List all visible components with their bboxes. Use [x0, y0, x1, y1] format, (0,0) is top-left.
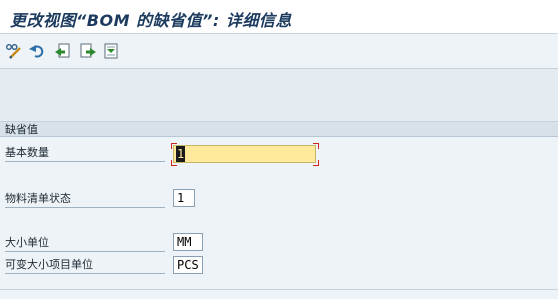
bom-status-label: 物料清单状态 — [5, 191, 165, 208]
bottom-divider — [0, 289, 558, 290]
size-unit-input[interactable]: MM — [173, 233, 203, 251]
application-toolbar — [0, 34, 558, 69]
focus-corner-bottom-left — [171, 160, 177, 166]
next-entry-icon[interactable] — [79, 42, 97, 60]
select-entry-icon[interactable] — [102, 42, 120, 60]
focus-corner-bottom-right — [313, 160, 319, 166]
focus-corner-top-left — [171, 143, 177, 149]
undo-icon[interactable] — [28, 42, 46, 60]
bom-status-input[interactable]: 1 — [173, 189, 195, 207]
header-band — [0, 69, 558, 122]
base-quantity-label: 基本数量 — [5, 145, 165, 162]
variable-size-item-unit-label: 可变大小项目单位 — [5, 257, 165, 274]
previous-entry-icon[interactable] — [54, 42, 72, 60]
base-quantity-input[interactable]: 1 — [173, 145, 316, 163]
variable-size-item-unit-input[interactable]: PCS — [173, 256, 203, 274]
page-title: 更改视图“BOM 的缺省值”: 详细信息 — [10, 11, 292, 30]
size-unit-label: 大小单位 — [5, 235, 165, 252]
base-quantity-value: 1 — [176, 146, 186, 162]
focus-corner-top-right — [313, 143, 319, 149]
title-bar: 更改视图“BOM 的缺省值”: 详细信息 — [0, 0, 558, 34]
group-title-defaults: 缺省值 — [0, 122, 558, 137]
display-change-icon[interactable] — [5, 42, 23, 60]
